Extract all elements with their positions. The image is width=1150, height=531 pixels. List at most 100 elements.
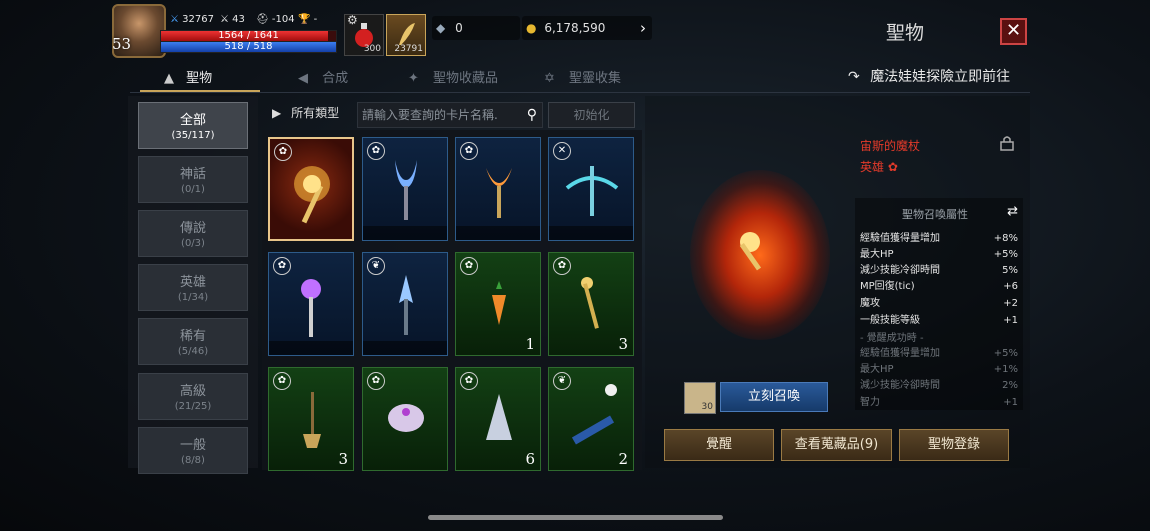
- relic-card-carrot[interactable]: ✿ 1: [455, 252, 541, 356]
- gear-icon[interactable]: ⚙: [347, 13, 358, 27]
- category-item[interactable]: 全部 (35/117): [138, 102, 248, 149]
- tab-spirit-collection[interactable]: ✡ 聖靈收集: [544, 68, 621, 90]
- close-icon: ✕: [1005, 20, 1022, 41]
- relic-card-shell[interactable]: ✿ 6: [455, 367, 541, 471]
- mp-bar: 518 / 518: [160, 41, 337, 53]
- zeus-wand-preview-icon: [739, 232, 762, 271]
- relic-card-zeus-wand[interactable]: ✿: [268, 137, 354, 241]
- category-label: 英雄: [179, 275, 206, 290]
- awaken-attr-row: 最大HP +1%: [860, 364, 1018, 375]
- gem-icon: ◆: [436, 21, 446, 35]
- relic-card-crescent-staff[interactable]: ✿: [455, 137, 541, 241]
- gold-currency: ● 6,178,590 ›: [522, 16, 652, 40]
- sword-icon: ⚔: [170, 14, 179, 25]
- attr-row: 最大HP +5%: [860, 249, 1018, 260]
- wizard-hat-icon: ▲: [164, 71, 174, 86]
- view-collection-button[interactable]: 查看蒐藏品(9): [781, 429, 892, 461]
- item-name: 宙斯的魔杖: [860, 139, 921, 153]
- hero-badge-icon: ✿: [887, 160, 898, 174]
- helmet-icon: ⛑: [256, 14, 269, 25]
- category-count: (0/1): [181, 184, 205, 195]
- relic-card-trident[interactable]: ✿: [362, 137, 448, 241]
- trophy-icon: 🏆: [298, 14, 311, 25]
- tab-divider: [130, 92, 1030, 93]
- hero-badge-icon: ✿: [553, 257, 571, 275]
- card-count: 3: [338, 450, 348, 468]
- attribute-header: 聖物召喚屬性 ⇄: [902, 204, 1018, 221]
- awaken-button[interactable]: 覺醒: [664, 429, 774, 461]
- card-count: 3: [618, 335, 628, 353]
- awaken-header: - 覺醒成功時 -: [860, 333, 924, 344]
- relic-card-turban[interactable]: ✿: [362, 367, 448, 471]
- search-icon[interactable]: ⚲: [527, 103, 537, 127]
- type-filter[interactable]: ▶ 所有類型: [272, 104, 339, 121]
- scroll-slot[interactable]: 23791: [386, 14, 426, 56]
- card-bottom-bar: [549, 226, 633, 240]
- category-label: 傳說: [179, 221, 206, 236]
- trophy-stat: 🏆 -: [298, 14, 318, 25]
- item-grade: 英雄 ✿: [860, 160, 898, 174]
- category-item[interactable]: 高級 (21/25): [138, 373, 248, 420]
- category-count: (5/46): [177, 346, 209, 357]
- attr-row: MP回復(tic) +6: [860, 281, 1018, 292]
- category-item[interactable]: 神話 (0/1): [138, 156, 248, 203]
- hp-text: 1564 / 1641: [218, 30, 279, 41]
- goto-link[interactable]: ↷ 魔法娃娃探險立即前往: [848, 66, 1010, 86]
- power-stat: ⚔ 32767: [170, 14, 214, 25]
- defense-stat: ⛑ -104: [256, 14, 295, 25]
- attack-icon: ⚔: [220, 14, 229, 25]
- relic-card-bat[interactable]: ❦ 2: [548, 367, 634, 471]
- category-label: 高級: [179, 384, 206, 399]
- arrow-curve-icon: ↷: [848, 69, 860, 85]
- tab-relic-collection[interactable]: ✦ 聖物收藏品: [408, 68, 498, 90]
- category-item[interactable]: 英雄 (1/34): [138, 264, 248, 311]
- relic-card-crossbow[interactable]: ✕: [548, 137, 634, 241]
- combine-icon: ◀: [298, 71, 308, 86]
- search-input[interactable]: 請輸入要查詢的卡片名稱. ⚲: [357, 102, 543, 128]
- relic-card-broom[interactable]: ✿ 3: [268, 367, 354, 471]
- attr-row: 減少技能冷卻時間 5%: [860, 265, 1018, 276]
- potion-count: 300: [363, 44, 381, 54]
- category-label: 稀有: [179, 329, 206, 344]
- hero-badge-icon: ✿: [273, 372, 291, 390]
- register-relic-button[interactable]: 聖物登錄: [899, 429, 1009, 461]
- relic-card-golden-rod[interactable]: ✿ 3: [548, 252, 634, 356]
- lock-icon[interactable]: [1000, 135, 1014, 151]
- home-indicator[interactable]: [428, 515, 723, 520]
- attr-row: 一般技能等級 +1: [860, 315, 1018, 326]
- category-count: (8/8): [181, 455, 205, 466]
- tab-relic[interactable]: ▲ 聖物: [164, 68, 212, 90]
- swap-icon[interactable]: ⇄: [1007, 204, 1018, 219]
- card-bottom-bar: [363, 341, 447, 355]
- category-item[interactable]: 稀有 (5/46): [138, 318, 248, 365]
- close-button[interactable]: ✕: [1000, 18, 1027, 45]
- category-item[interactable]: 傳說 (0/3): [138, 210, 248, 257]
- reset-button[interactable]: 初始化: [548, 102, 635, 128]
- category-count: (21/25): [174, 401, 212, 412]
- card-bottom-bar: [269, 341, 353, 355]
- tab-combine[interactable]: ◀ 合成: [298, 68, 348, 90]
- hero-badge-icon: ✿: [367, 142, 385, 160]
- player-level: 53: [112, 35, 132, 53]
- category-count: (35/117): [171, 130, 215, 141]
- leaf-class-icon: ❦: [367, 257, 385, 275]
- relic-card-purple-staff[interactable]: ✿: [268, 252, 354, 356]
- relic-card-spear[interactable]: ❦: [362, 252, 448, 356]
- category-label: 神話: [179, 167, 206, 182]
- hero-badge-icon: ✿: [460, 257, 478, 275]
- gem-currency: ◆ 0: [432, 16, 520, 40]
- card-count: 2: [618, 450, 628, 468]
- leaf-class-icon: ❦: [553, 372, 571, 390]
- category-item[interactable]: 一般 (8/8): [138, 427, 248, 474]
- awaken-attr-row: 經驗值獲得量增加 +5%: [860, 348, 1018, 359]
- potion-slot[interactable]: ⚙ 300: [344, 13, 384, 56]
- attr-row: 魔攻 +2: [860, 298, 1018, 309]
- mp-text: 518 / 518: [224, 41, 273, 52]
- hero-badge-icon: ✿: [460, 142, 478, 160]
- category-label: 全部: [179, 113, 206, 128]
- chevron-right-icon[interactable]: ›: [640, 16, 646, 40]
- summon-now-button[interactable]: 立刻召喚: [720, 382, 828, 412]
- category-count: (1/34): [177, 292, 209, 303]
- attr-row: 經驗值獲得量增加 +8%: [860, 233, 1018, 244]
- awaken-attr-row: 智力 +1: [860, 397, 1018, 408]
